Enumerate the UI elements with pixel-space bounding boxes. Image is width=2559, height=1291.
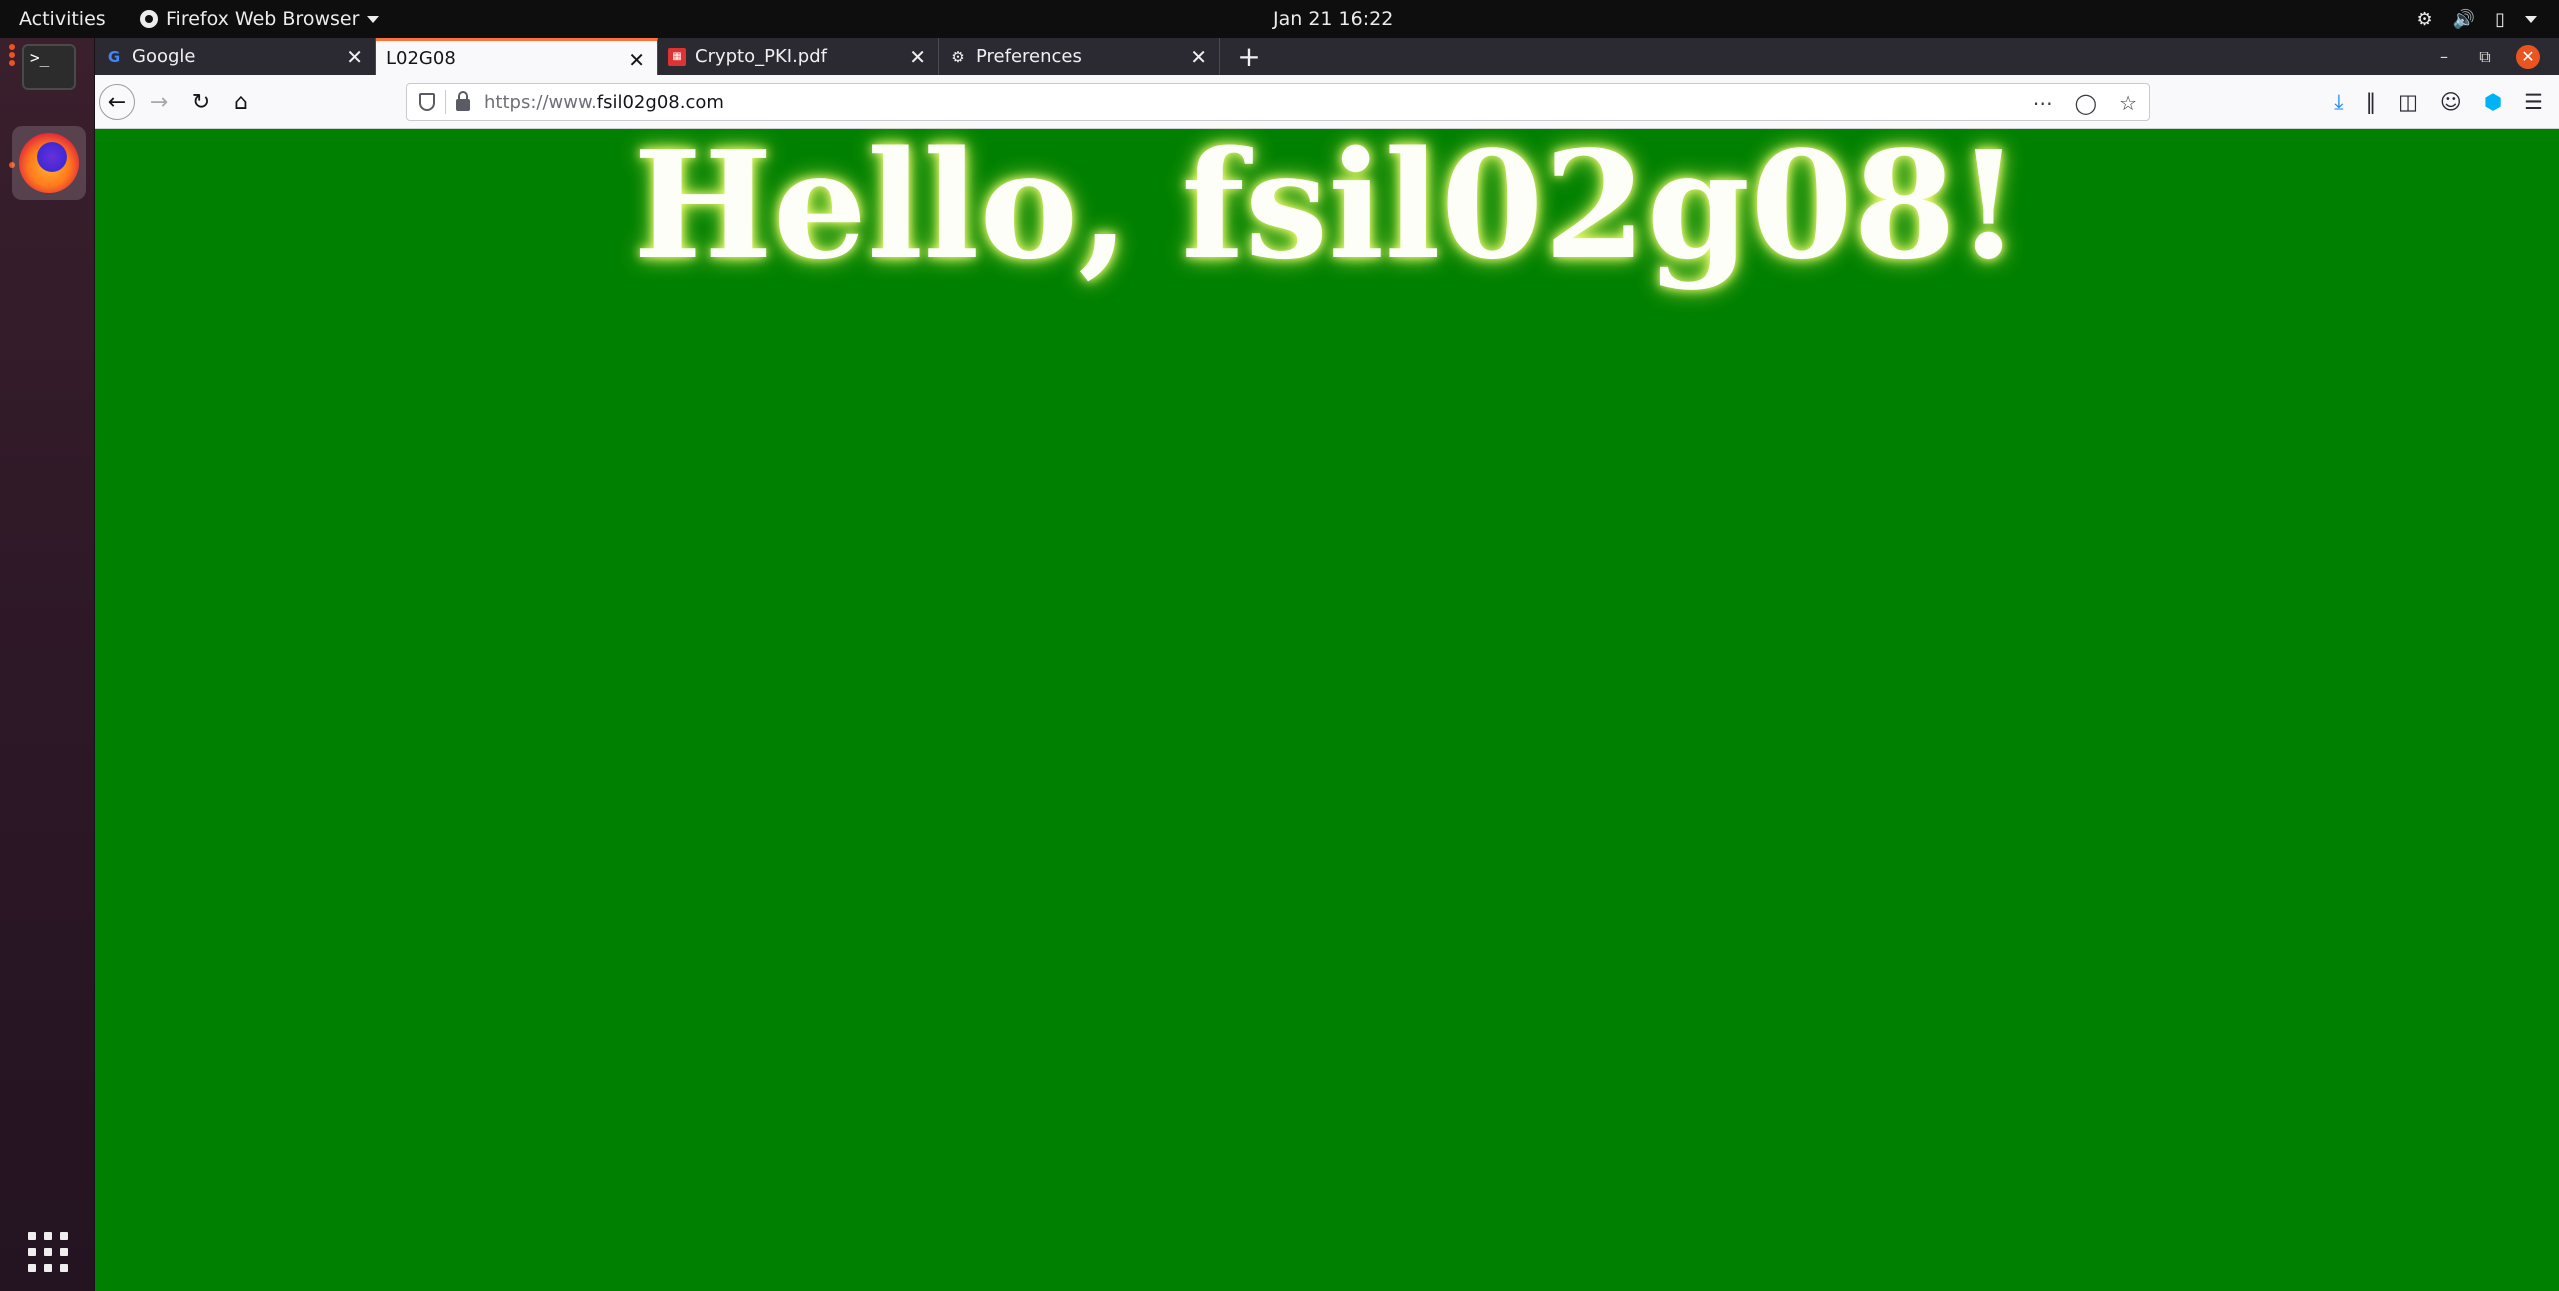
tab-label: Preferences	[976, 46, 1082, 67]
close-icon[interactable]: ✕	[909, 38, 926, 75]
page-content: Hello, fsil02g08!	[95, 124, 2559, 1291]
tab-label: Google	[132, 46, 196, 67]
top-bar: Activities Firefox Web Browser Jan 21 16…	[0, 0, 2559, 38]
gear-icon: ⚙	[951, 47, 965, 66]
toolbar-tools: ⤓ ‖ ◫ ☺ ⬢ ☰	[2334, 84, 2559, 120]
forward-button[interactable]: →	[141, 84, 177, 120]
new-tab-button[interactable]: +	[1230, 38, 1268, 75]
firefox-icon	[140, 10, 158, 28]
reload-button[interactable]: ↻	[183, 84, 219, 120]
library-icon[interactable]: ‖	[2366, 90, 2377, 114]
url-bar[interactable]: https://www.fsil02g08.com ⋯ ◯ ☆	[406, 83, 2150, 121]
tab-crypto-pki[interactable]: ▦ Crypto_PKI.pdf ✕	[658, 38, 939, 75]
download-icon[interactable]: ⤓	[2334, 90, 2343, 115]
pdf-icon: ▦	[668, 47, 686, 66]
system-tray[interactable]: ⚙ 🔊 ▯	[2417, 0, 2537, 38]
page-actions-icon[interactable]: ⋯	[2033, 91, 2053, 115]
battery-icon[interactable]: ▯	[2495, 9, 2505, 30]
menu-icon[interactable]: ☰	[2524, 90, 2543, 114]
extension-icon[interactable]: ⬢	[2484, 90, 2502, 114]
firefox-window: G Google ✕ L02G08 ✕ ▦ Crypto_PKI.pdf ✕ ⚙…	[95, 38, 2559, 1291]
close-icon: ✕	[2516, 44, 2540, 69]
close-icon[interactable]: ✕	[346, 38, 363, 75]
close-window-button[interactable]: ✕	[2513, 38, 2543, 75]
app-grid-icon[interactable]	[28, 1232, 68, 1272]
app-menu[interactable]: Firefox Web Browser	[140, 0, 380, 38]
tab-l02g08[interactable]: L02G08 ✕	[376, 38, 658, 75]
clock[interactable]: Jan 21 16:22	[1273, 0, 1393, 38]
lock-icon[interactable]	[456, 91, 470, 111]
back-button[interactable]: ←	[99, 84, 135, 120]
home-button[interactable]: ⌂	[223, 84, 259, 120]
restore-button[interactable]: ⧉	[2473, 38, 2497, 75]
page-heading: Hello, fsil02g08!	[632, 118, 2021, 292]
tab-bar: G Google ✕ L02G08 ✕ ▦ Crypto_PKI.pdf ✕ ⚙…	[95, 38, 2559, 75]
sidebar-icon[interactable]: ◫	[2398, 90, 2418, 114]
dock-firefox[interactable]	[12, 126, 86, 200]
tab-label: L02G08	[386, 47, 456, 69]
account-icon[interactable]: ☺	[2440, 90, 2462, 114]
url-domain: fsil02g08.com	[596, 91, 724, 113]
terminal-icon: >_	[22, 44, 76, 90]
app-menu-label: Firefox Web Browser	[166, 8, 360, 30]
url-text[interactable]: https://www.fsil02g08.com	[484, 92, 724, 113]
dock: >_	[0, 38, 95, 1291]
network-icon[interactable]: ⚙	[2417, 9, 2433, 30]
tab-label: Crypto_PKI.pdf	[695, 46, 827, 67]
divider	[445, 90, 446, 114]
chevron-down-icon	[367, 15, 380, 23]
firefox-icon	[19, 133, 79, 193]
bookmark-star-icon[interactable]: ☆	[2119, 91, 2137, 115]
google-icon: G	[107, 47, 121, 66]
tracking-protection-icon[interactable]	[419, 93, 435, 111]
tab-google[interactable]: G Google ✕	[95, 38, 376, 75]
system-menu-caret-icon[interactable]	[2525, 15, 2537, 23]
close-icon[interactable]: ✕	[1190, 38, 1207, 75]
pocket-icon[interactable]: ◯	[2075, 91, 2097, 115]
volume-icon[interactable]: 🔊	[2453, 9, 2475, 30]
minimize-button[interactable]: –	[2432, 38, 2456, 75]
url-bar-actions: ⋯ ◯ ☆	[2033, 84, 2137, 122]
url-prefix: https://www.	[484, 91, 597, 113]
close-icon[interactable]: ✕	[628, 41, 645, 78]
tab-preferences[interactable]: ⚙ Preferences ✕	[939, 38, 1220, 75]
dock-terminal[interactable]: >_	[12, 30, 86, 104]
